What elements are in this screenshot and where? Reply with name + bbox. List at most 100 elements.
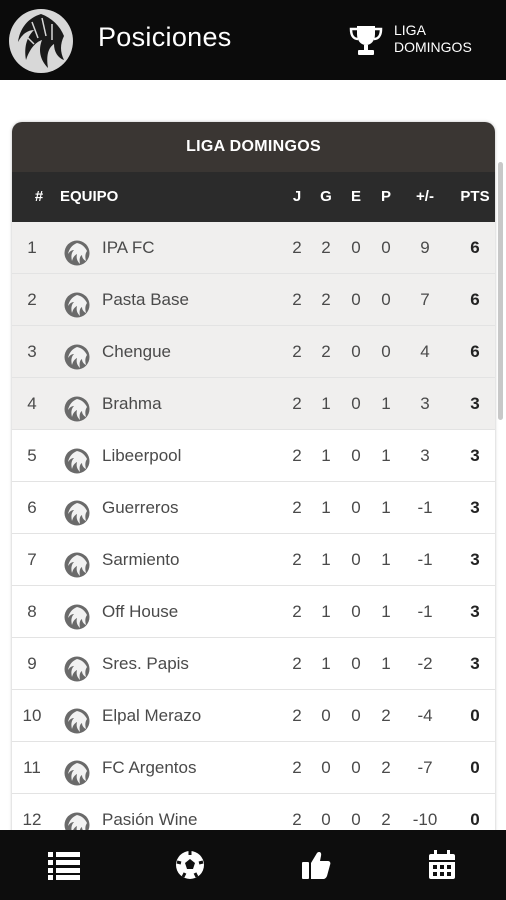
table-row[interactable]: 6 Guerreros 2 1 0 1 -1 3: [12, 482, 495, 534]
cell-points: 6: [470, 342, 480, 361]
cell-lost: 1: [381, 394, 391, 413]
cell-played: 2: [292, 238, 302, 257]
cell-lost: 1: [381, 654, 391, 673]
cell-won: 1: [321, 654, 331, 673]
team-badge-icon: [64, 547, 90, 578]
cell-points: 6: [470, 238, 480, 257]
nav-likes-button[interactable]: [296, 845, 336, 885]
cell-points: 6: [470, 290, 480, 309]
bottom-navigation: [0, 830, 506, 900]
table-row[interactable]: 8 Off House 2 1 0 1 -1 3: [12, 586, 495, 638]
nav-matches-button[interactable]: [170, 845, 210, 885]
column-header-position: #: [34, 188, 44, 205]
page-title: Posiciones: [98, 22, 232, 52]
cell-team-name: Sres. Papis: [102, 654, 189, 673]
standings-scroll-area[interactable]: LIGA DOMINGOS # EQUIPO J G E P +/- PTS 1…: [0, 80, 506, 830]
table-row[interactable]: 7 Sarmiento 2 1 0 1 -1 3: [12, 534, 495, 586]
cell-position: 2: [27, 290, 37, 309]
cell-lost: 1: [381, 446, 391, 465]
column-header-played: J: [292, 188, 302, 205]
table-row[interactable]: 11 FC Argentos 2 0 0 2 -7 0: [12, 742, 495, 794]
nav-calendar-button[interactable]: [422, 845, 462, 885]
thumbs-up-icon: [302, 852, 331, 879]
cell-position: 1: [27, 238, 37, 257]
cell-goal-difference: -4: [417, 706, 433, 725]
standings-title: LIGA DOMINGOS: [12, 122, 495, 172]
cell-points: 0: [470, 810, 480, 829]
cell-drawn: 0: [351, 550, 361, 569]
table-row[interactable]: 12 Pasión Wine 2 0 0 2 -10 0: [12, 794, 495, 830]
cell-points: 0: [470, 706, 480, 725]
league-logo[interactable]: [8, 8, 74, 74]
table-row[interactable]: 5 Libeerpool 2 1 0 1 3 3: [12, 430, 495, 482]
cell-drawn: 0: [351, 602, 361, 621]
cell-goal-difference: 4: [420, 342, 430, 361]
cell-won: 1: [321, 446, 331, 465]
cell-won: 1: [321, 550, 331, 569]
table-row[interactable]: 4 Brahma 2 1 0 1 3 3: [12, 378, 495, 430]
cell-drawn: 0: [351, 238, 361, 257]
cell-played: 2: [292, 654, 302, 673]
cell-drawn: 0: [351, 498, 361, 517]
cell-points: 3: [470, 394, 480, 413]
cell-team-name: Sarmiento: [102, 550, 180, 569]
cell-team-name: Pasta Base: [102, 290, 189, 309]
table-row[interactable]: 10 Elpal Merazo 2 0 0 2 -4 0: [12, 690, 495, 742]
table-row[interactable]: 1 IPA FC 2 2 0 0 9 6: [12, 222, 495, 274]
cell-won: 0: [321, 810, 331, 829]
calendar-icon: [429, 850, 455, 879]
scrollbar[interactable]: [498, 162, 503, 420]
cell-goal-difference: 3: [420, 394, 430, 413]
top-app-bar: Posiciones LIGA DOMINGOS: [0, 0, 506, 80]
standings-card: LIGA DOMINGOS # EQUIPO J G E P +/- PTS 1…: [12, 122, 495, 830]
nav-standings-button[interactable]: [44, 845, 84, 885]
cell-played: 2: [292, 394, 302, 413]
table-row[interactable]: 9 Sres. Papis 2 1 0 1 -2 3: [12, 638, 495, 690]
cell-played: 2: [292, 342, 302, 361]
cell-drawn: 0: [351, 290, 361, 309]
cell-goal-difference: 7: [420, 290, 430, 309]
league-selector-button[interactable]: LIGA DOMINGOS: [348, 20, 498, 60]
cell-position: 6: [27, 498, 37, 517]
cell-played: 2: [292, 602, 302, 621]
cell-position: 8: [27, 602, 37, 621]
column-header-lost: P: [380, 188, 391, 205]
team-badge-icon: [64, 755, 90, 786]
cell-position: 11: [23, 758, 41, 777]
cell-lost: 2: [381, 758, 391, 777]
cell-lost: 1: [381, 602, 391, 621]
cell-points: 3: [470, 446, 480, 465]
cell-played: 2: [292, 810, 302, 829]
cell-lost: 2: [381, 706, 391, 725]
cell-played: 2: [292, 758, 302, 777]
trophy-icon: [349, 26, 383, 55]
cell-won: 1: [321, 498, 331, 517]
table-row[interactable]: 3 Chengue 2 2 0 0 4 6: [12, 326, 495, 378]
table-row[interactable]: 2 Pasta Base 2 2 0 0 7 6: [12, 274, 495, 326]
cell-points: 3: [470, 602, 480, 621]
cell-points: 3: [470, 550, 480, 569]
cell-position: 3: [27, 342, 37, 361]
cell-goal-difference: -1: [417, 498, 433, 517]
cell-won: 1: [321, 394, 331, 413]
cell-goal-difference: -10: [412, 810, 438, 829]
league-button-label: LIGA DOMINGOS: [394, 22, 472, 55]
cell-won: 1: [321, 602, 331, 621]
cell-team-name: Pasión Wine: [102, 810, 198, 829]
column-header-won: G: [320, 188, 332, 205]
team-badge-icon: [64, 443, 90, 474]
column-header-points: PTS: [460, 188, 490, 205]
cell-team-name: Guerreros: [102, 498, 179, 517]
team-badge-icon: [64, 235, 90, 266]
cell-points: 3: [470, 498, 480, 517]
list-icon: [48, 852, 80, 880]
cell-lost: 2: [381, 810, 391, 829]
cell-goal-difference: -1: [417, 550, 433, 569]
cell-position: 7: [27, 550, 37, 569]
cell-lost: 0: [381, 342, 391, 361]
cell-won: 2: [321, 342, 331, 361]
cell-drawn: 0: [351, 394, 361, 413]
cell-position: 4: [27, 394, 37, 413]
standings-rows: 1 IPA FC 2 2 0 0 9 6 2 Pasta Base 2 2 0 0 7 6 3 Chengue 2 2…: [12, 222, 495, 830]
cell-position: 5: [27, 446, 37, 465]
